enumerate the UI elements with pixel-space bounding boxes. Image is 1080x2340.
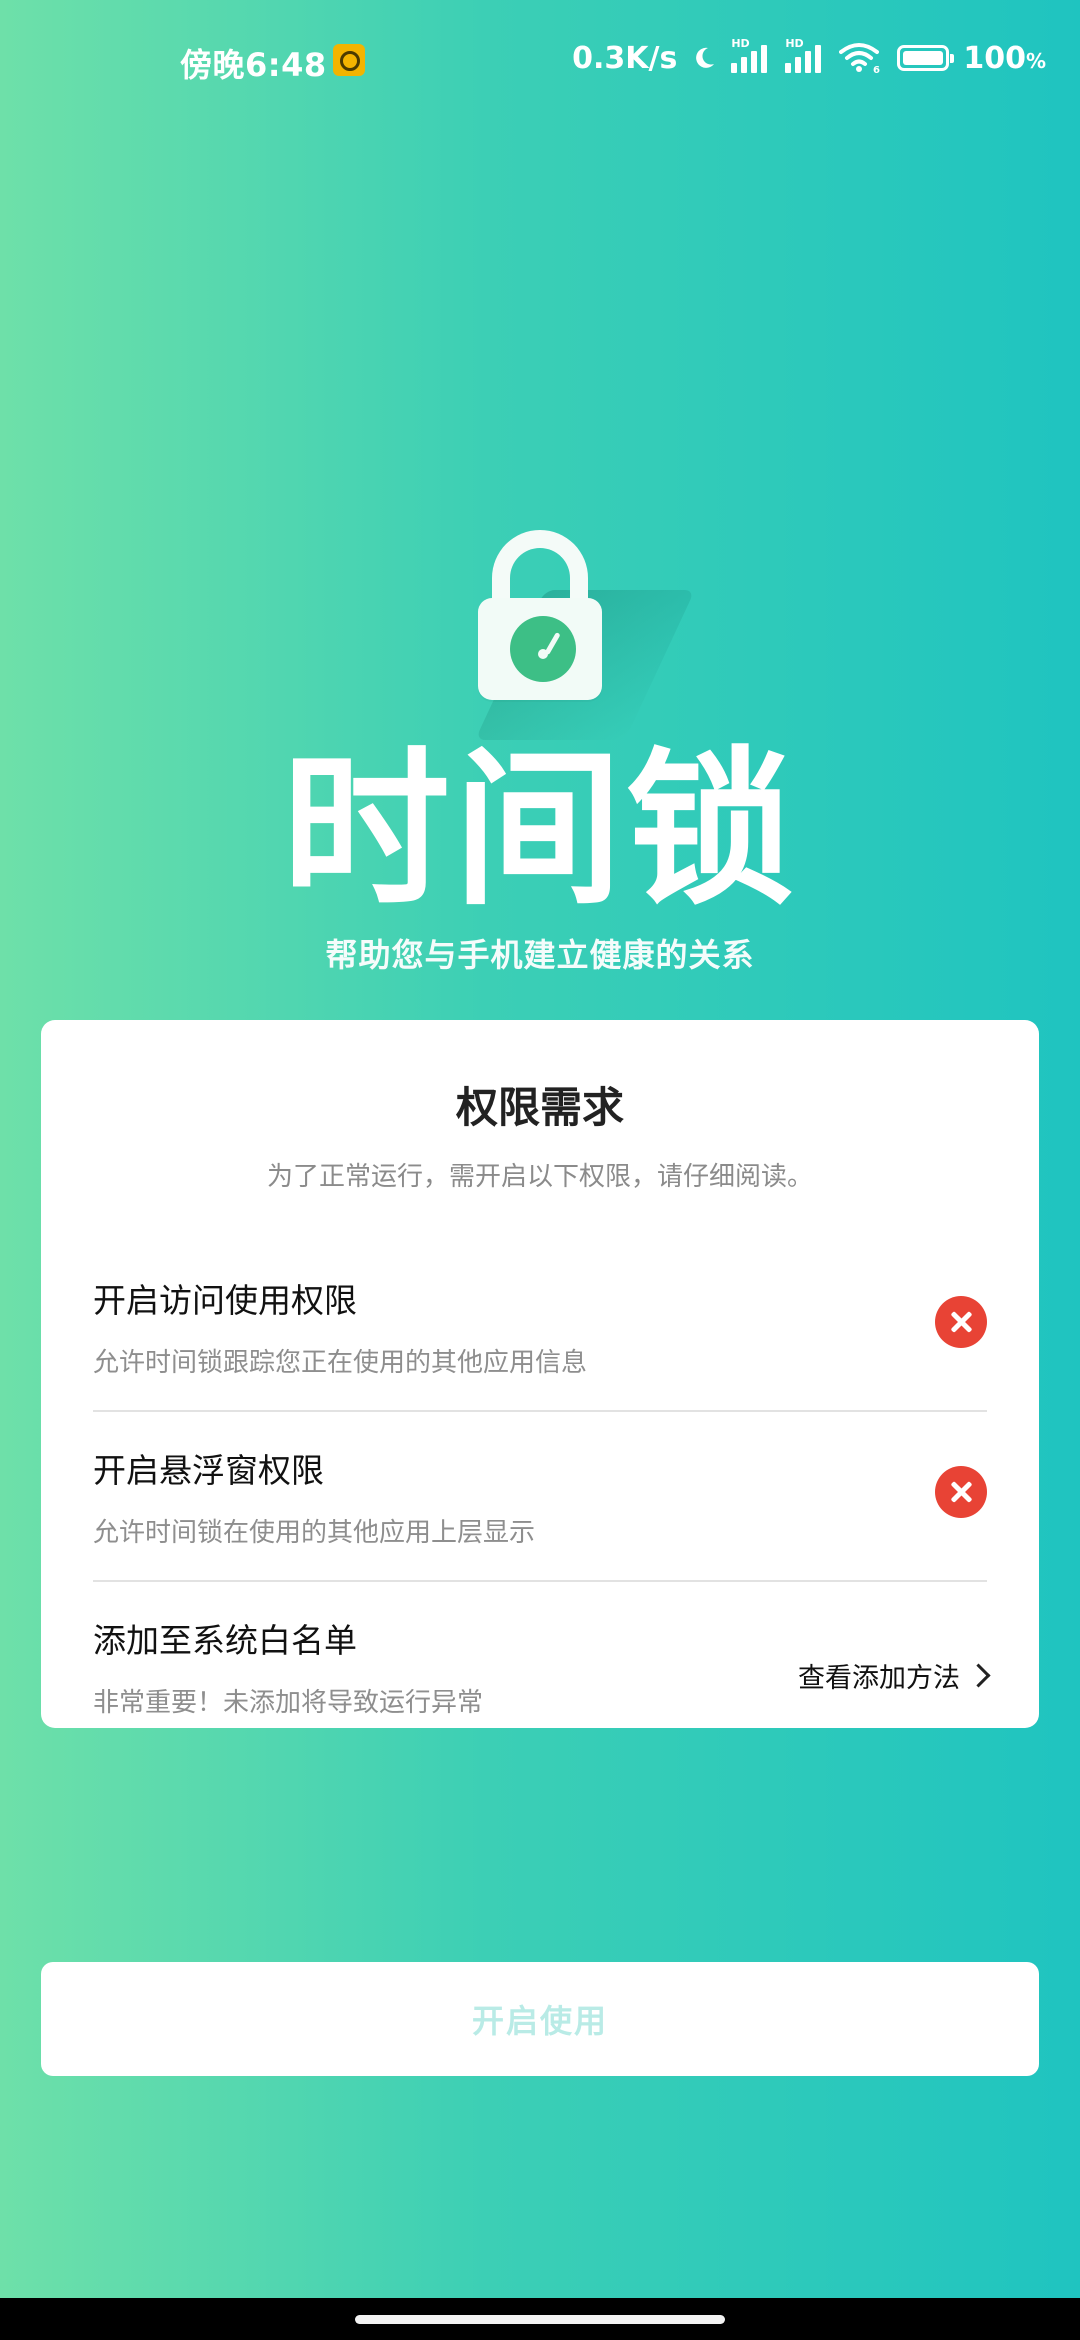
status-indicators: 0.3K/s HD HD 6 100% <box>572 37 1046 78</box>
wifi-badge: 6 <box>873 65 880 74</box>
battery-unit: % <box>1025 48 1046 73</box>
permission-subtitle: 允许时间锁跟踪您正在使用的其他应用信息 <box>93 1348 588 1378</box>
moon-icon <box>696 47 715 68</box>
start-use-button[interactable]: 开启使用 <box>41 1962 1039 2076</box>
permission-title: 开启悬浮窗权限 <box>93 1451 324 1490</box>
permission-title: 添加至系统白名单 <box>93 1621 357 1660</box>
status-bar: 傍晚6:48 0.3K/s HD HD 6 100% <box>0 0 1080 125</box>
home-indicator[interactable] <box>355 2315 725 2324</box>
error-x-icon[interactable] <box>935 1466 987 1518</box>
signal-hd-label-2: HD <box>785 37 804 50</box>
battery-level: 100% <box>963 41 1046 76</box>
permission-usage-access[interactable]: 开启访问使用权限 允许时间锁跟踪您正在使用的其他应用信息 <box>93 1240 987 1412</box>
wifi-icon: 6 <box>839 43 880 74</box>
app-logo <box>470 530 695 740</box>
permission-card: 权限需求 为了正常运行，需开启以下权限，请仔细阅读。 开启访问使用权限 允许时间… <box>41 1020 1039 1728</box>
chevron-right-icon <box>966 1663 991 1688</box>
app-title: 时间锁 <box>282 732 798 928</box>
lock-icon <box>478 598 602 700</box>
permission-subtitle: 非常重要！未添加将导致运行异常 <box>93 1688 484 1718</box>
permission-title: 开启访问使用权限 <box>93 1281 357 1320</box>
view-method-label: 查看添加方法 <box>798 1663 960 1694</box>
app-subtitle: 帮助您与手机建立健康的关系 <box>325 936 755 974</box>
status-time: 傍晚6:48 <box>180 46 327 84</box>
card-description: 为了正常运行，需开启以下权限，请仔细阅读。 <box>266 1162 813 1192</box>
navigation-bar <box>0 2298 1080 2340</box>
network-speed: 0.3K/s <box>572 40 678 76</box>
cellular-signal-icon-2: HD <box>785 37 825 73</box>
permission-overlay[interactable]: 开启悬浮窗权限 允许时间锁在使用的其他应用上层显示 <box>93 1410 987 1582</box>
permission-subtitle: 允许时间锁在使用的其他应用上层显示 <box>93 1518 536 1548</box>
view-method-link[interactable]: 查看添加方法 <box>798 1656 991 1695</box>
clock-dial-icon <box>510 616 576 682</box>
battery-percent: 100 <box>963 40 1026 76</box>
permission-whitelist: 添加至系统白名单 非常重要！未添加将导致运行异常 查看添加方法 <box>93 1580 991 1750</box>
cellular-signal-icon: HD <box>731 37 771 73</box>
notification-app-icon <box>333 44 365 76</box>
battery-icon <box>897 45 955 71</box>
error-x-icon[interactable] <box>935 1296 987 1348</box>
card-title: 权限需求 <box>455 1083 624 1132</box>
signal-hd-label: HD <box>731 37 750 50</box>
